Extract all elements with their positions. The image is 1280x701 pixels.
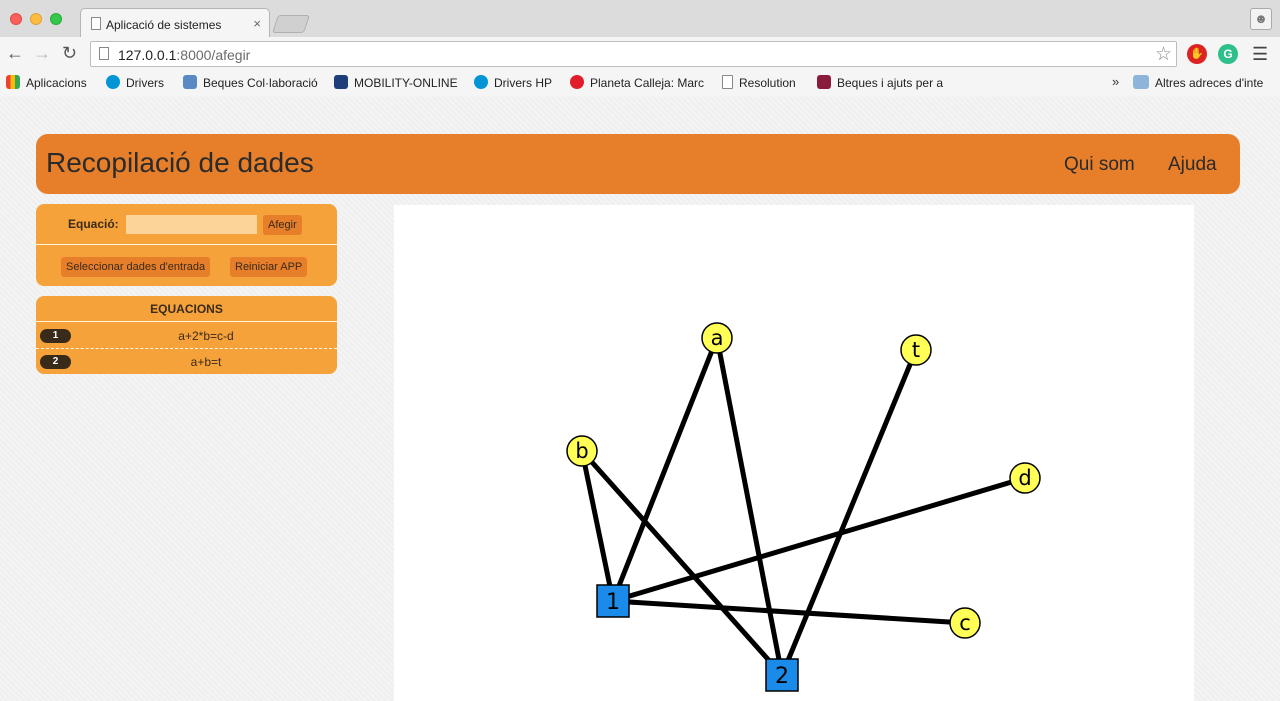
window-close-button[interactable] <box>10 13 22 25</box>
equation-text: a+2*b=c-d <box>178 329 234 343</box>
variable-node-label: c <box>959 611 971 635</box>
equation-row[interactable]: 1 a+2*b=c-d <box>36 324 337 348</box>
window-minimize-button[interactable] <box>30 13 42 25</box>
bookmark-label: Beques i ajuts per a <box>837 76 944 90</box>
equation-input[interactable] <box>126 215 257 234</box>
bookmark-label: Drivers <box>126 76 164 90</box>
equation-node-label: 2 <box>775 664 789 689</box>
graph-edge-2-b <box>580 449 784 677</box>
planeta-logo-icon <box>570 75 584 89</box>
page-icon <box>91 17 101 30</box>
bookmarks-overflow-icon[interactable]: » <box>1112 74 1119 89</box>
browser-chrome: Aplicació de sistemes × ☻ ← → ↻ 127.0.0.… <box>0 0 1280 96</box>
bookmark-label: Planeta Calleja: Marc <box>590 76 705 90</box>
equations-title: EQUACIONS <box>150 302 223 316</box>
bookmark-label: MOBILITY-ONLINE <box>354 76 458 90</box>
bookmark-item[interactable]: Drivers <box>106 75 164 90</box>
nav-link-ajuda[interactable]: Ajuda <box>1168 154 1217 176</box>
bookmark-label: Resolution <box>739 76 796 90</box>
variable-node-label: d <box>1018 466 1031 490</box>
equations-panel: EQUACIONS 1 a+2*b=c-d 2 a+b=t <box>36 296 337 374</box>
site-title: Recopilació de dades <box>46 147 314 178</box>
bipartite-graph: a t b d c 1 2 <box>566 322 1041 692</box>
bookmark-label: Drivers HP <box>494 76 553 90</box>
graph-edge-1-c <box>612 598 966 626</box>
graph-edge-1-a <box>610 337 720 602</box>
address-bar[interactable]: 127.0.0.1:8000/afegir ☆ <box>90 41 1177 67</box>
equation-text: a+b=t <box>190 355 222 369</box>
bookmark-item[interactable]: Aplicacions <box>6 75 87 90</box>
grammarly-extension-icon[interactable]: G <box>1218 44 1238 64</box>
window-maximize-button[interactable] <box>50 13 62 25</box>
mobility-logo-icon <box>334 75 348 89</box>
tab-title: Aplicació de sistemes <box>106 18 222 32</box>
agaur-logo-icon <box>817 75 831 89</box>
divider <box>36 321 337 322</box>
forward-icon[interactable]: → <box>33 44 51 62</box>
page-content: Recopilació de dades Qui som Ajuda Equac… <box>0 97 1280 701</box>
equation-graph-canvas: a t b d c 1 2 <box>394 205 1194 701</box>
hp-logo-icon <box>474 75 488 89</box>
hp-logo-icon <box>106 75 120 89</box>
bookmark-item[interactable]: Resolution <box>722 75 796 90</box>
tab-strip: Aplicació de sistemes × ☻ <box>0 0 1280 38</box>
divider <box>36 348 337 349</box>
profile-icon[interactable]: ☻ <box>1250 8 1272 30</box>
equation-node-label: 1 <box>606 590 620 615</box>
equation-label: Equació: <box>68 217 119 231</box>
url-host: 127.0.0.1 <box>118 47 177 63</box>
equation-number-badge: 2 <box>40 355 71 369</box>
bookmark-item[interactable]: Beques i ajuts per a <box>817 75 949 90</box>
browser-tab[interactable]: Aplicació de sistemes × <box>80 8 270 38</box>
other-bookmarks-label: Altres adreces d'inte <box>1155 76 1264 90</box>
reset-app-button[interactable]: Reiniciar APP <box>230 257 308 277</box>
bookmark-item[interactable]: Planeta Calleja: Marc <box>570 75 708 90</box>
url-path: :8000/afegir <box>176 47 251 63</box>
adblock-extension-icon[interactable]: ✋ <box>1187 44 1207 64</box>
document-icon <box>722 75 733 89</box>
ministry-logo-icon <box>183 75 197 89</box>
equation-row[interactable]: 2 a+b=t <box>36 350 337 374</box>
other-bookmarks-folder[interactable]: Altres adreces d'inte <box>1133 75 1273 90</box>
graph-edge-1-b <box>579 450 616 602</box>
variable-node-label: a <box>711 326 724 350</box>
graph-edge-2-t <box>779 349 919 676</box>
bookmark-item[interactable]: Drivers HP <box>474 75 552 90</box>
back-icon[interactable]: ← <box>6 44 24 62</box>
divider <box>36 244 337 245</box>
graph-edge-2-a <box>714 337 785 676</box>
bookmarks-bar: Aplicacions Drivers Beques Col·laboració… <box>0 70 1280 96</box>
add-equation-button[interactable]: Afegir <box>263 215 302 235</box>
nav-link-qui-som[interactable]: Qui som <box>1064 154 1135 176</box>
browser-menu-icon[interactable]: ☰ <box>1252 44 1268 65</box>
site-header: Recopilació de dades Qui som Ajuda <box>36 134 1240 194</box>
equation-number-badge: 1 <box>40 329 71 343</box>
url-text[interactable]: 127.0.0.1:8000/afegir <box>118 47 250 63</box>
bookmark-label: Aplicacions <box>26 76 87 90</box>
tab-close-icon[interactable]: × <box>253 16 261 31</box>
equation-form-panel: Equació: Afegir Seleccionar dades d'entr… <box>36 204 337 286</box>
variable-node-label: t <box>912 338 920 362</box>
select-input-data-button[interactable]: Seleccionar dades d'entrada <box>61 257 211 277</box>
bookmark-label: Beques Col·laboració <box>203 76 318 90</box>
folder-icon <box>1133 75 1149 89</box>
reload-icon[interactable]: ↻ <box>62 44 77 62</box>
bookmark-item[interactable]: Beques Col·laboració <box>183 75 318 90</box>
bookmark-item[interactable]: MOBILITY-ONLINE <box>334 75 458 90</box>
browser-toolbar: ← → ↻ 127.0.0.1:8000/afegir ☆ ✋ G ☰ <box>0 37 1280 70</box>
new-tab-button[interactable] <box>272 15 310 33</box>
bookmark-star-icon[interactable]: ☆ <box>1155 43 1172 66</box>
apps-grid-icon <box>6 75 20 89</box>
page-icon <box>99 47 109 60</box>
variable-node-label: b <box>575 439 588 463</box>
